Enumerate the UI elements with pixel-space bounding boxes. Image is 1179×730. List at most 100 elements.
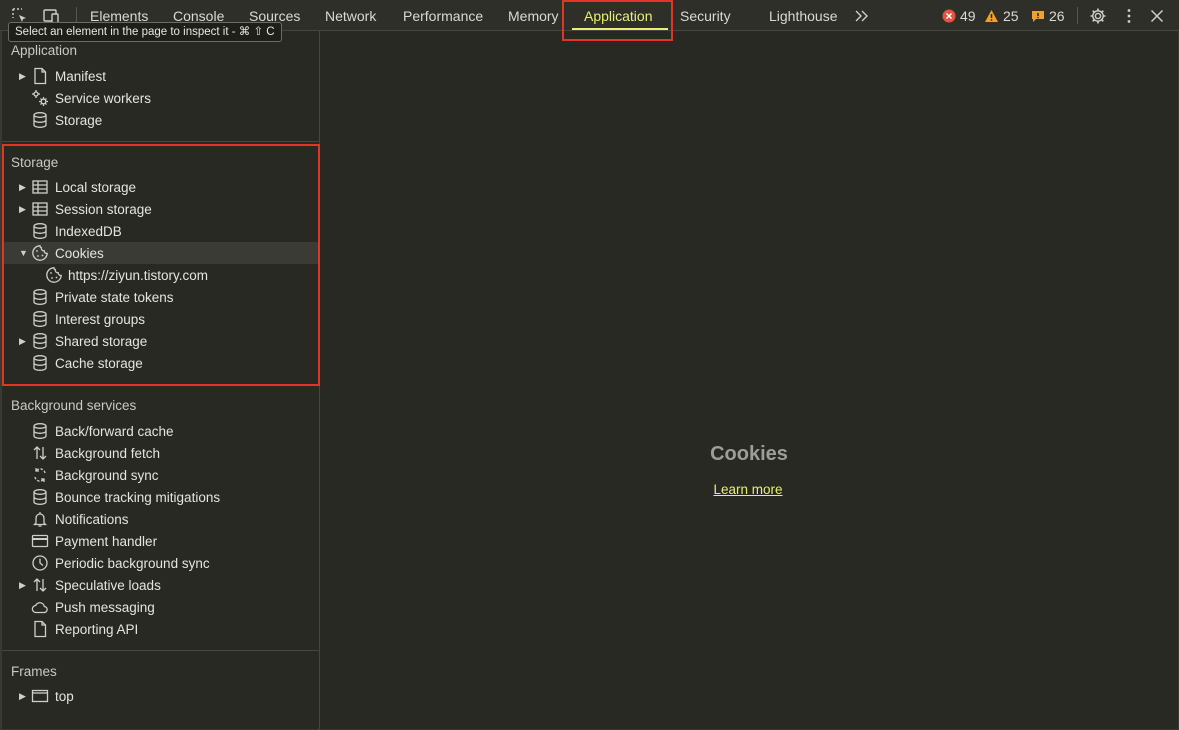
tab-performance[interactable]: Performance [403,8,483,24]
up-down-arrows-icon [31,576,49,594]
active-tab-indicator [572,28,668,30]
sidebar-item-label: Cookies [55,245,104,261]
expand-arrow-icon[interactable]: ▶ [19,71,27,82]
sidebar-item-reporting-api[interactable]: Reporting API [2,618,318,640]
collapse-arrow-icon[interactable]: ▼ [19,248,28,258]
sidebar-item-label: Background sync [55,467,159,483]
sidebar-item-speculative-loads[interactable]: ▶ Speculative loads [2,574,318,596]
sidebar-item-local-storage[interactable]: ▶ Local storage [2,176,318,198]
cloud-icon [31,598,49,616]
section-divider [2,141,320,142]
up-down-arrows-icon [31,444,49,462]
sidebar-item-private-state-tokens[interactable]: Private state tokens [2,286,318,308]
sidebar-item-session-storage[interactable]: ▶ Session storage [2,198,318,220]
sidebar-item-label: Local storage [55,179,137,195]
tab-memory[interactable]: Memory [508,8,559,24]
issues-count: 26 [1049,8,1065,24]
inspect-tooltip: Select an element in the page to inspect… [8,22,282,42]
error-icon [942,9,956,23]
cookie-icon [45,266,63,284]
database-icon [31,310,49,328]
panel-title: Cookies [710,443,788,465]
clock-icon [31,554,49,572]
sidebar-item-label: Shared storage [55,333,148,349]
toolbar-divider-right [1077,7,1078,24]
tab-lighthouse[interactable]: Lighthouse [769,8,838,24]
document-icon [31,67,49,85]
sidebar-item-label: Interest groups [55,311,146,327]
sidebar-item-notifications[interactable]: Notifications [2,508,318,530]
warning-icon [985,10,998,22]
table-icon [31,200,49,218]
expand-arrow-icon[interactable]: ▶ [19,580,27,591]
tab-security[interactable]: Security [680,8,731,24]
sidebar-item-background-fetch[interactable]: Background fetch [2,442,318,464]
sidebar-item-bounce-tracking[interactable]: Bounce tracking mitigations [2,486,318,508]
sidebar-item-label: top [55,688,74,704]
sidebar-item-periodic-background-sync[interactable]: Periodic background sync [2,552,318,574]
sidebar-item-push-messaging[interactable]: Push messaging [2,596,318,618]
close-icon[interactable] [1148,7,1166,25]
expand-arrow-icon[interactable]: ▶ [19,182,27,193]
credit-card-icon [31,532,49,550]
document-icon [31,620,49,638]
issues-count-badge[interactable]: 26 [1031,8,1065,24]
chevron-double-right-icon[interactable] [853,7,871,25]
sidebar-item-storage-overview[interactable]: Storage [2,109,318,131]
warning-count: 25 [1003,8,1019,24]
sidebar-item-label: https://ziyun.tistory.com [68,267,209,283]
sidebar-item-manifest[interactable]: ▶ Manifest [2,65,318,87]
section-title-frames: Frames [11,664,57,679]
gears-icon [31,89,49,107]
sidebar-item-label: Cache storage [55,355,143,371]
sidebar-item-label: Payment handler [55,533,158,549]
tab-network[interactable]: Network [325,8,376,24]
tab-application[interactable]: Application [584,8,653,24]
sidebar-item-cookie-origin[interactable]: https://ziyun.tistory.com [2,264,318,286]
learn-more-link[interactable]: Learn more [700,482,796,497]
database-icon [31,332,49,350]
sidebar-item-label: Reporting API [55,621,139,637]
sidebar-item-interest-groups[interactable]: Interest groups [2,308,318,330]
sidebar-item-label: Push messaging [55,599,155,615]
section-divider [2,650,320,651]
expand-arrow-icon[interactable]: ▶ [19,336,27,347]
sidebar-item-background-sync[interactable]: Background sync [2,464,318,486]
expand-arrow-icon[interactable]: ▶ [19,691,27,702]
section-title-background-services: Background services [11,398,137,413]
error-count-badge[interactable]: 49 [942,8,976,24]
sidebar-item-shared-storage[interactable]: ▶ Shared storage [2,330,318,352]
issues-icon [1032,11,1044,22]
sidebar-item-payment-handler[interactable]: Payment handler [2,530,318,552]
section-title-application: Application [11,43,78,58]
sidebar-item-label: Manifest [55,68,107,84]
cookie-icon [31,244,49,262]
gear-icon[interactable] [1089,7,1107,25]
sidebar-item-label: IndexedDB [55,223,122,239]
database-icon [31,488,49,506]
sidebar-item-cookies[interactable]: ▼ Cookies [2,242,318,264]
warning-count-badge[interactable]: 25 [984,8,1019,24]
sidebar-item-label: Service workers [55,90,152,106]
window-frame-icon [31,687,49,705]
section-title-storage: Storage [11,155,59,170]
table-icon [31,178,49,196]
database-icon [31,222,49,240]
kebab-menu-icon[interactable] [1120,7,1138,25]
sidebar-item-label: Notifications [55,511,129,527]
expand-arrow-icon[interactable]: ▶ [19,204,27,215]
sidebar-item-label: Storage [55,112,103,128]
sidebar-item-indexeddb[interactable]: IndexedDB [2,220,318,242]
sidebar-item-cache-storage[interactable]: Cache storage [2,352,318,374]
sidebar-item-label: Bounce tracking mitigations [55,489,221,505]
sidebar-item-label: Session storage [55,201,152,217]
sidebar-item-frame-top[interactable]: ▶ top [2,685,318,707]
sidebar-item-label: Periodic background sync [55,555,210,571]
sidebar-item-label: Speculative loads [55,577,161,593]
database-icon [31,354,49,372]
sidebar-item-service-workers[interactable]: Service workers [2,87,318,109]
database-icon [31,111,49,129]
database-icon [31,422,49,440]
error-count: 49 [960,8,976,24]
sidebar-item-back-forward-cache[interactable]: Back/forward cache [2,420,318,442]
